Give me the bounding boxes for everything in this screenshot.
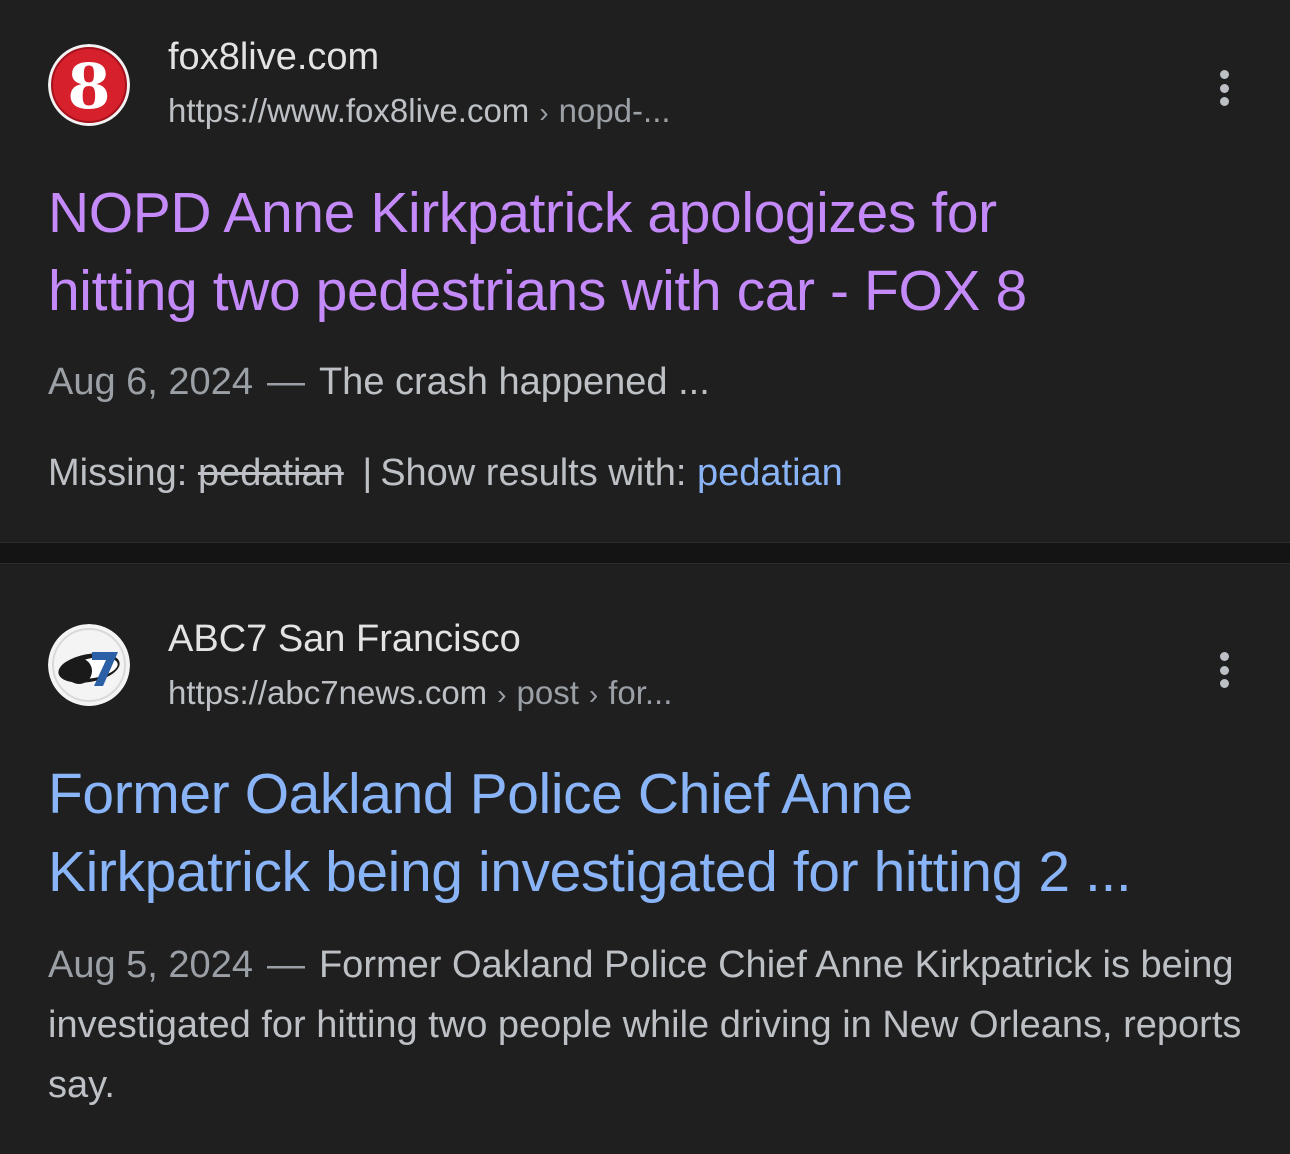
breadcrumb-separator-icon: › — [588, 679, 599, 710]
result-snippet: Aug 5, 2024— Former Oakland Police Chief … — [48, 935, 1248, 1115]
result-snippet: Aug 6, 2024 — The crash happened ... — [48, 352, 1248, 412]
result-title-link[interactable]: Former Oakland Police Chief Anne Kirkpat… — [48, 755, 1248, 911]
search-result-2: ABC7 San Francisco https://abc7news.com ›… — [0, 564, 1290, 1154]
snippet-text: The crash happened ... — [318, 361, 710, 403]
url-base: https://abc7news.com — [168, 674, 488, 711]
svg-text:8: 8 — [67, 50, 110, 123]
date-dash: — — [266, 361, 305, 403]
more-options-dot — [1219, 652, 1229, 661]
result-title-line: NOPD Anne Kirkpatrick apologizes for — [48, 181, 997, 245]
site-name[interactable]: fox8live.com — [168, 36, 379, 79]
result-date: Aug 6, 2024 — [48, 361, 253, 403]
breadcrumb-separator-icon: › — [539, 97, 549, 128]
more-options-dot — [1219, 83, 1229, 93]
url-crumb: post — [516, 674, 579, 711]
more-options-dot — [1219, 70, 1229, 79]
more-options-button[interactable] — [1204, 644, 1244, 696]
more-options-button[interactable] — [1204, 62, 1244, 114]
site-url[interactable]: https://abc7news.com › post › for... — [168, 674, 672, 712]
fox8-logo-icon[interactable]: 8 — [48, 44, 130, 126]
missing-terms: Missing: pedatian | Show results with: pe… — [48, 452, 843, 495]
missing-divider: | — [362, 452, 373, 494]
more-options-dot — [1219, 679, 1229, 688]
more-options-dot — [1219, 97, 1229, 106]
more-options-dot — [1219, 665, 1229, 675]
result-divider — [0, 542, 1290, 564]
search-result-1: 8 fox8live.com https://www.fox8live.com ›… — [0, 0, 1290, 542]
result-title-line: Kirkpatrick being investigated for hitti… — [48, 840, 1132, 904]
result-date: Aug 5, 2024 — [48, 944, 253, 986]
missing-term: pedatian — [197, 452, 344, 494]
url-crumb: for... — [608, 674, 673, 711]
missing-label: Missing: — [48, 452, 188, 494]
breadcrumb-separator-icon: › — [497, 679, 507, 710]
show-results-label: Show results with: — [380, 452, 687, 494]
url-crumb: nopd-... — [558, 92, 671, 129]
date-dash: — — [266, 944, 305, 986]
result-title-line: Former Oakland Police Chief Anne — [48, 762, 913, 826]
url-base: https://www.fox8live.com — [168, 92, 530, 129]
result-title-line: hitting two pedestrians with car - FOX 8 — [48, 259, 1027, 323]
show-results-link[interactable]: pedatian — [697, 452, 843, 494]
result-title-link[interactable]: NOPD Anne Kirkpatrick apologizes for hit… — [48, 174, 1248, 330]
site-name[interactable]: ABC7 San Francisco — [168, 618, 521, 661]
abc7-logo-icon[interactable] — [48, 624, 130, 706]
site-url[interactable]: https://www.fox8live.com › nopd-... — [168, 92, 671, 130]
